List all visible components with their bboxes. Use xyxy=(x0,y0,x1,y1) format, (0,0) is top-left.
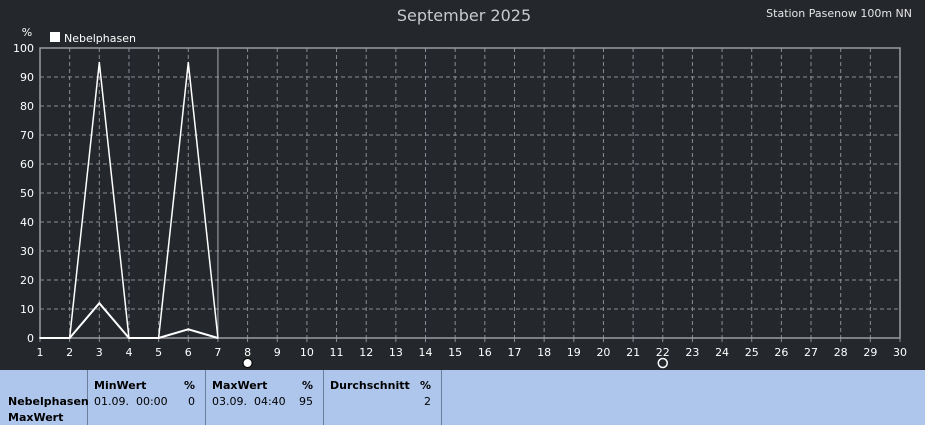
x-tick-label: 1 xyxy=(37,346,44,359)
maxwert-value: 95 xyxy=(299,395,313,408)
x-tick-label: 28 xyxy=(834,346,848,359)
durchschnitt-header: Durchschnitt xyxy=(330,379,410,392)
data-point xyxy=(187,328,190,331)
x-tick-label: 12 xyxy=(359,346,373,359)
x-tick-label: 8 xyxy=(244,346,251,359)
legend-label: Nebelphasen xyxy=(64,32,136,45)
x-tick-label: 24 xyxy=(715,346,729,359)
data-point xyxy=(39,337,41,339)
minwert-time: 01.09. 00:00 xyxy=(94,395,168,408)
data-point xyxy=(157,337,160,339)
row-label-nebelphasen: Nebelphasen xyxy=(8,395,89,408)
minwert-unit: % xyxy=(183,379,195,392)
axes: 01020304050607080901001 2 3 4 5 6 7 8 9 10 11 12 13 1… xyxy=(13,42,907,359)
stats-col-maxwert: MaxWert % 03.09. 04:40 95 xyxy=(206,370,324,425)
maxwert-header: MaxWert xyxy=(212,379,268,392)
stats-row-label-cell: Nebelphasen MaxWert xyxy=(0,370,89,425)
x-tick-label: 25 xyxy=(745,346,759,359)
stats-col-durchschnitt: Durchschnitt % 2 xyxy=(324,370,442,425)
y-tick-label: 40 xyxy=(20,216,34,229)
x-tick-label: 9 xyxy=(274,346,281,359)
maxwert-time: 03.09. 04:40 xyxy=(212,395,286,408)
moon-phases xyxy=(242,357,669,369)
x-tick-label: 13 xyxy=(389,346,403,359)
legend-swatch xyxy=(50,32,60,42)
data-point xyxy=(217,337,219,339)
y-tick-label: 30 xyxy=(20,245,34,258)
y-tick-label: 20 xyxy=(20,274,34,287)
x-tick-label: 15 xyxy=(448,346,462,359)
y-tick-label: 80 xyxy=(20,100,34,113)
y-tick-label: 50 xyxy=(20,187,34,200)
maxwert-unit: % xyxy=(301,379,313,392)
x-tick-label: 23 xyxy=(685,346,699,359)
minwert-header: MinWert xyxy=(94,379,147,392)
x-tick-label: 7 xyxy=(214,346,221,359)
x-tick-label: 21 xyxy=(626,346,640,359)
x-tick-label: 3 xyxy=(96,346,103,359)
y-tick-label: 0 xyxy=(27,332,34,345)
y-tick-label: 90 xyxy=(20,71,34,84)
y-tick-label: 60 xyxy=(20,158,34,171)
x-tick-label: 14 xyxy=(419,346,433,359)
data-point xyxy=(98,61,101,64)
x-tick-label: 5 xyxy=(155,346,162,359)
x-tick-label: 11 xyxy=(330,346,344,359)
x-tick-label: 27 xyxy=(804,346,818,359)
minwert-value: 0 xyxy=(188,395,195,408)
x-tick-label: 17 xyxy=(507,346,521,359)
y-tick-label: 10 xyxy=(20,303,34,316)
x-tick-label: 2 xyxy=(66,346,73,359)
durchschnitt-unit: % xyxy=(419,379,431,392)
station-label: Station Pasenow 100m NN xyxy=(766,7,912,20)
full-moon-icon xyxy=(242,358,253,368)
x-tick-label: 4 xyxy=(125,346,132,359)
x-tick-label: 26 xyxy=(774,346,788,359)
chart-title: September 2025 xyxy=(397,6,531,25)
row-label-maxwert: MaxWert xyxy=(8,411,64,424)
data-point xyxy=(128,337,130,339)
x-tick-label: 19 xyxy=(567,346,581,359)
statistics-panel: Nebelphasen MaxWert MinWert % 01.09. 00:… xyxy=(0,370,925,425)
data-point xyxy=(98,302,101,305)
grid-lines xyxy=(40,48,900,338)
y-unit-label: % xyxy=(22,26,32,39)
x-tick-label: 6 xyxy=(185,346,192,359)
stats-col-minwert: MinWert % 01.09. 00:00 0 xyxy=(88,370,206,425)
chart-area: September 2025 Station Pasenow 100m NN %… xyxy=(13,6,912,369)
x-tick-label: 30 xyxy=(893,346,907,359)
x-tick-label: 20 xyxy=(596,346,610,359)
y-tick-label: 70 xyxy=(20,129,34,142)
data-point xyxy=(68,337,71,339)
durchschnitt-value: 2 xyxy=(424,395,431,408)
x-tick-label: 29 xyxy=(863,346,877,359)
data-point xyxy=(187,61,190,64)
x-tick-label: 16 xyxy=(478,346,492,359)
x-tick-label: 22 xyxy=(656,346,670,359)
new-moon-icon xyxy=(657,357,669,369)
x-tick-label: 10 xyxy=(300,346,314,359)
x-tick-label: 18 xyxy=(537,346,551,359)
y-tick-label: 100 xyxy=(13,42,34,55)
series-lines xyxy=(39,61,219,339)
